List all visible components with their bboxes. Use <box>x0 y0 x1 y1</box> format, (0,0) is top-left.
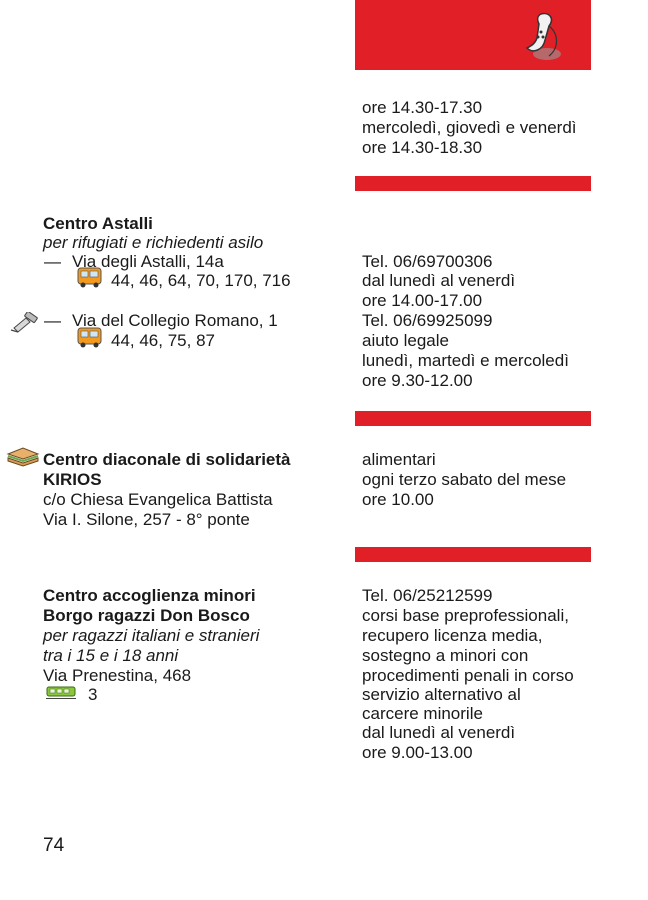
info-line: recupero licenza media, <box>362 626 543 645</box>
sandwich-icon <box>6 447 40 467</box>
page-number: 74 <box>43 835 65 856</box>
info-line: servizio alternativo al <box>362 685 521 704</box>
info-line: dal lunedì al venerdì <box>362 271 516 290</box>
entry-address: Via Prenestina, 468 <box>43 666 192 685</box>
header-red-block <box>355 0 591 70</box>
header-hours-line: ore 14.30-18.30 <box>362 138 483 157</box>
bus-icon <box>77 267 102 288</box>
tram-icon <box>46 686 76 699</box>
entry-title: KIRIOS <box>43 470 102 489</box>
entry-subtitle: per ragazzi italiani e stranieri <box>43 626 260 645</box>
info-line: ore 14.00-17.00 <box>362 291 483 310</box>
entry-subtitle: per rifugiati e richiedenti asilo <box>43 233 264 252</box>
info-line: Tel. 06/69700306 <box>362 252 493 271</box>
info-line: ore 9.30-12.00 <box>362 371 473 390</box>
section-divider-bar <box>355 176 591 191</box>
info-line: ore 9.00-13.00 <box>362 743 473 762</box>
info-line: carcere minorile <box>362 704 483 723</box>
tram-lines: 3 <box>88 685 98 704</box>
info-line: ogni terzo sabato del mese <box>362 470 567 489</box>
header-hours-line: mercoledì, giovedì e venerdì <box>362 118 577 137</box>
info-line: dal lunedì al venerdì <box>362 723 516 742</box>
info-line: sostegno a minori con <box>362 646 529 665</box>
info-line: alimentari <box>362 450 436 469</box>
bus-lines: 44, 46, 75, 87 <box>111 331 215 350</box>
section-divider-bar <box>355 411 591 426</box>
info-line: lunedì, martedì e mercoledì <box>362 351 569 370</box>
info-line: corsi base preprofessionali, <box>362 606 569 625</box>
legal-stamp-icon <box>10 312 38 333</box>
list-dash: — <box>44 311 61 330</box>
entry-title: Centro diaconale di solidarietà <box>43 450 291 469</box>
telephone-icon <box>525 12 561 60</box>
entry-address: c/o Chiesa Evangelica Battista <box>43 490 273 509</box>
entry-subtitle: tra i 15 e i 18 anni <box>43 646 179 665</box>
bus-icon <box>77 327 102 348</box>
entry-address: Via I. Silone, 257 - 8° ponte <box>43 510 250 529</box>
info-line: Tel. 06/69925099 <box>362 311 493 330</box>
info-line: Tel. 06/25212599 <box>362 586 493 605</box>
list-dash: — <box>44 252 61 271</box>
entry-title: Borgo ragazzi Don Bosco <box>43 606 250 625</box>
entry-title: Centro accoglienza minori <box>43 586 256 605</box>
section-divider-bar <box>355 547 591 562</box>
info-line: aiuto legale <box>362 331 449 350</box>
header-hours-line: ore 14.30-17.30 <box>362 98 483 117</box>
bus-lines: 44, 46, 64, 70, 170, 716 <box>111 271 291 290</box>
info-line: procedimenti penali in corso <box>362 666 574 685</box>
entry-title: Centro Astalli <box>43 214 153 233</box>
info-line: ore 10.00 <box>362 490 434 509</box>
